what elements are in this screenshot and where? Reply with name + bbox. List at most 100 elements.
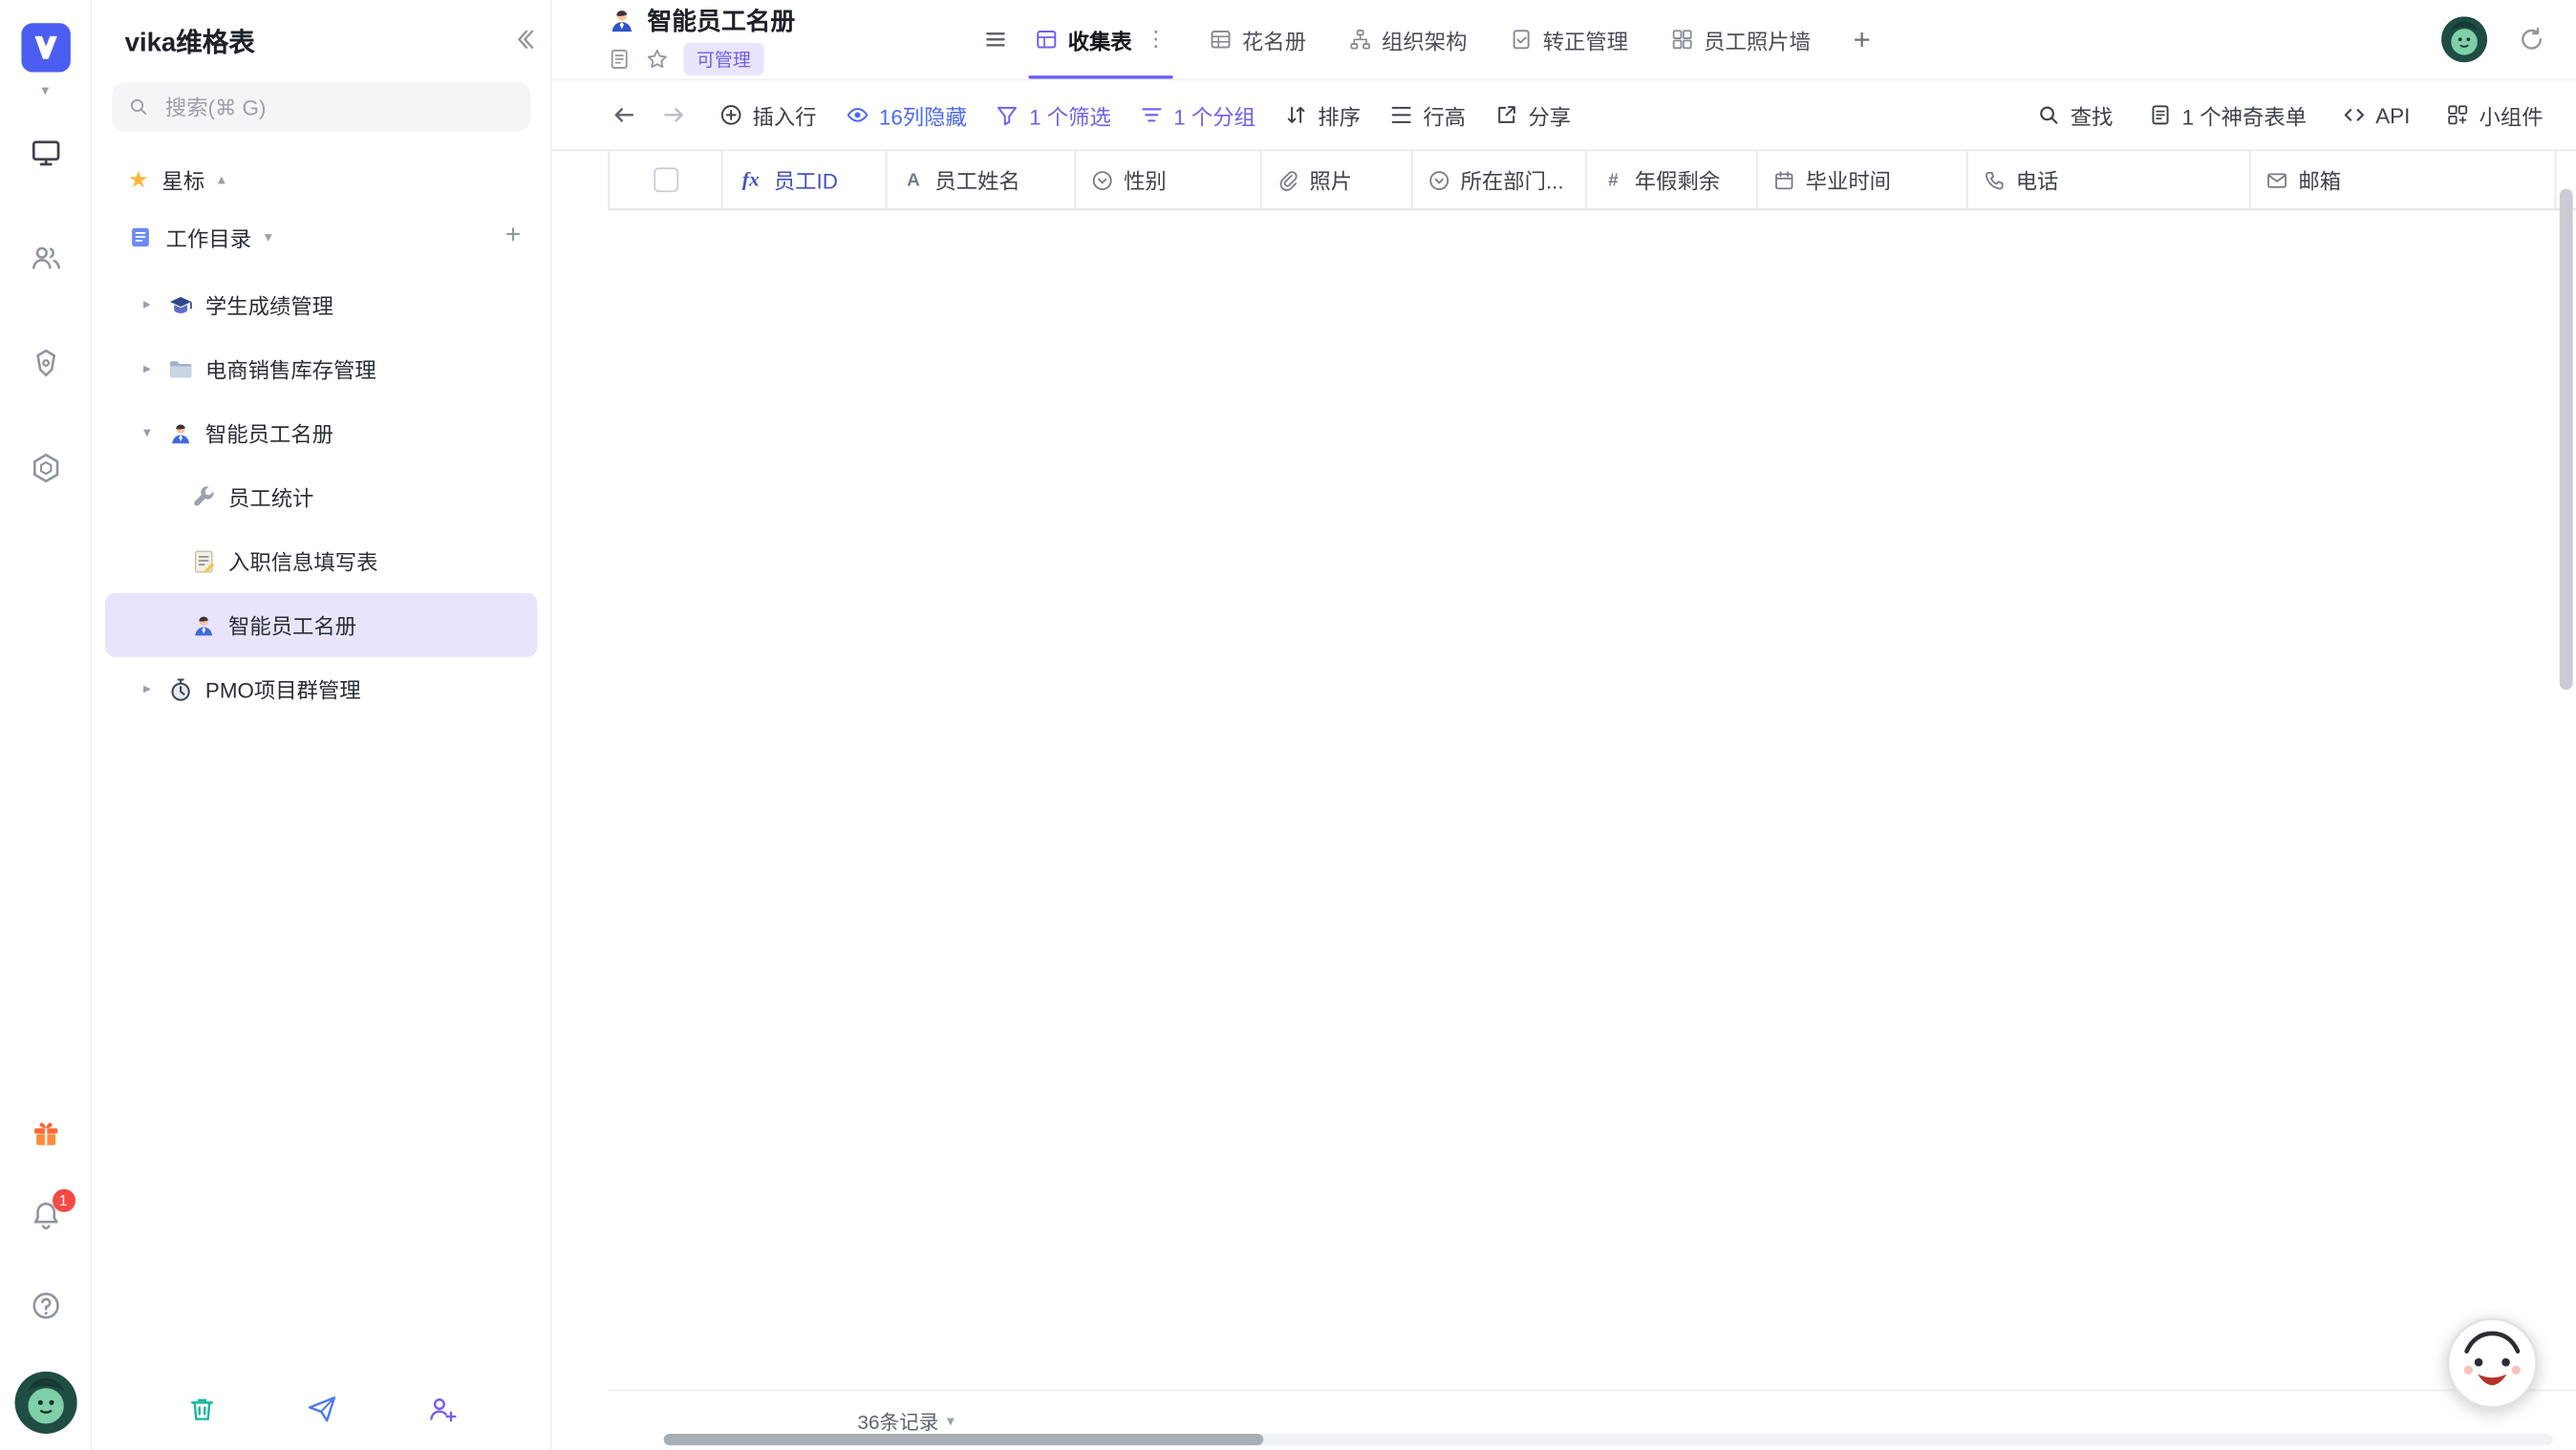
workspace-switch-chevron-icon[interactable]: ▾ [41,82,49,100]
column-header-dept[interactable]: 所在部门... [1413,151,1587,208]
sidebar-item-label: 员工统计 [228,481,313,513]
column-label: 所在部门... [1461,164,1564,196]
column-label: 电话 [2016,164,2059,196]
add-view-button[interactable]: + [1854,22,1871,56]
grid-header-row: fx 员工ID A员工姓名性别 照片 所在部门... #年假剩余毕业时间 电话 邮箱 [608,151,2576,210]
sync-status-icon[interactable] [2517,25,2546,54]
formula-icon: fx [738,167,764,192]
redo-icon[interactable] [660,102,687,129]
left-rail: ▾ 1 [0,0,92,1450]
starred-section-toggle[interactable]: ★ 星标 ▴ [92,151,550,206]
apps-icon[interactable] [29,452,61,484]
expand-caret-icon[interactable]: ▸ [138,295,156,313]
api-button[interactable]: API [2343,102,2410,127]
view-tab-转正管理[interactable]: 转正管理 [1510,0,1628,79]
directory-section[interactable]: 工作目录 ▾ + [92,207,550,267]
sort-button[interactable]: 排序 [1285,99,1361,131]
account-avatar[interactable] [2441,16,2487,62]
column-header-grad[interactable]: 毕业时间 [1758,151,1968,208]
column-header-gender[interactable]: 性别 [1076,151,1261,208]
sidebar-item-学生成绩管理[interactable]: ▸学生成绩管理 [105,272,537,336]
starred-collapse-icon[interactable]: ▴ [218,170,225,188]
column-label: 照片 [1309,164,1352,196]
filter-button[interactable]: 1 个筛选 [997,99,1111,131]
row-height-icon [1390,103,1413,126]
column-header-days[interactable]: #年假剩余 [1587,151,1758,208]
view-tab-员工照片墙[interactable]: 员工照片墙 [1671,0,1811,79]
group-button[interactable]: 1 个分组 [1141,99,1256,131]
column-header-name[interactable]: A员工姓名 [887,151,1076,208]
search-icon [128,96,149,118]
vika-logo-icon[interactable] [20,23,70,73]
user-avatar[interactable] [14,1372,76,1434]
sidebar-item-入职信息填写表[interactable]: 入职信息填写表 [105,529,537,593]
insert-row-label: 插入行 [752,99,816,131]
tab-menu-icon[interactable]: ⋮ [1145,27,1166,53]
column-header-id[interactable]: fx 员工ID [723,151,888,208]
starred-label: 星标 [161,163,204,195]
search-box[interactable] [112,82,530,132]
hidden-fields-button[interactable]: 16列隐藏 [847,99,967,131]
vertical-scrollbar-thumb[interactable] [2560,189,2573,690]
notification-badge: 1 [52,1189,75,1212]
column-header-email[interactable]: 邮箱 [2251,151,2557,208]
view-org-icon [1349,28,1372,51]
record-count-label: 36条记录 [858,1407,939,1435]
sidebar-item-电商销售库存管理[interactable]: ▸ 电商销售库存管理 [105,336,537,400]
feedback-icon[interactable] [305,1393,337,1425]
expand-caret-icon[interactable]: ▸ [138,360,156,378]
trash-icon[interactable] [184,1393,217,1425]
sidebar-item-员工统计[interactable]: 员工统计 [105,465,537,529]
templates-icon[interactable] [29,347,61,379]
tab-label: 员工照片墙 [1704,24,1811,55]
row-height-button[interactable]: 行高 [1390,99,1466,131]
record-count[interactable]: 36条记录 ▾ [858,1407,955,1435]
tab-label: 组织架构 [1382,24,1467,55]
horizontal-scrollbar-thumb[interactable] [664,1434,1264,1445]
sidebar-item-智能员工名册[interactable]: 智能员工名册 [105,593,537,657]
column-header-phone[interactable]: 电话 [1968,151,2251,208]
assistant-mascot-button[interactable] [2444,1315,2540,1411]
wrench-node-icon [190,483,217,510]
add-node-button[interactable]: + [505,222,521,251]
school-node-icon [167,291,194,318]
tab-label: 收集表 [1068,24,1132,55]
view-tab-组织架构[interactable]: 组织架构 [1349,0,1468,79]
view-tab-收集表[interactable]: 收集表 ⋮ [1035,0,1167,79]
search-input[interactable] [161,93,514,120]
gift-icon[interactable] [29,1117,61,1149]
view-list-icon[interactable] [982,27,1009,53]
column-label: 员工ID [774,164,838,196]
sidebar-item-PMO项目群管理[interactable]: ▸PMO项目群管理 [105,657,537,721]
eye-icon [847,103,869,126]
workbench-icon[interactable] [29,137,61,169]
description-icon[interactable] [608,48,631,71]
sidebar-item-label: 智能员工名册 [228,609,356,641]
directory-collapse-icon[interactable]: ▾ [265,227,272,245]
widgets-label: 小组件 [2479,99,2544,131]
insert-row-button[interactable]: 插入行 [719,99,816,131]
magic-form-button[interactable]: 1 个神奇表单 [2149,99,2307,131]
select-all-checkbox[interactable] [653,167,677,192]
sidebar-item-label: 电商销售库存管理 [205,353,376,385]
find-button[interactable]: 查找 [2037,99,2113,131]
help-icon[interactable] [29,1290,61,1322]
share-button[interactable]: 分享 [1495,99,1571,131]
directory-tree: ▸学生成绩管理▸电商销售库存管理▾智能员工名册员工统计入职信息填写表智能员工名册… [92,267,550,1369]
find-label: 查找 [2071,99,2114,131]
undo-icon[interactable] [612,102,638,129]
invite-member-icon[interactable] [424,1393,457,1425]
view-roster-icon [1209,28,1232,51]
magic-form-label: 1 个神奇表单 [2182,99,2307,131]
person-node-icon [167,419,194,446]
expand-caret-icon[interactable]: ▸ [138,680,156,698]
view-tab-花名册[interactable]: 花名册 [1209,0,1305,79]
favorite-icon[interactable] [646,48,669,71]
contacts-icon[interactable] [29,242,61,274]
sidebar-item-智能员工名册[interactable]: ▾智能员工名册 [105,401,537,465]
tab-label: 转正管理 [1543,24,1628,55]
widgets-button[interactable]: 小组件 [2446,99,2543,131]
sidebar-collapse-icon[interactable] [511,27,538,53]
collapse-caret-icon[interactable]: ▾ [138,424,156,442]
column-header-photo[interactable]: 照片 [1261,151,1412,208]
